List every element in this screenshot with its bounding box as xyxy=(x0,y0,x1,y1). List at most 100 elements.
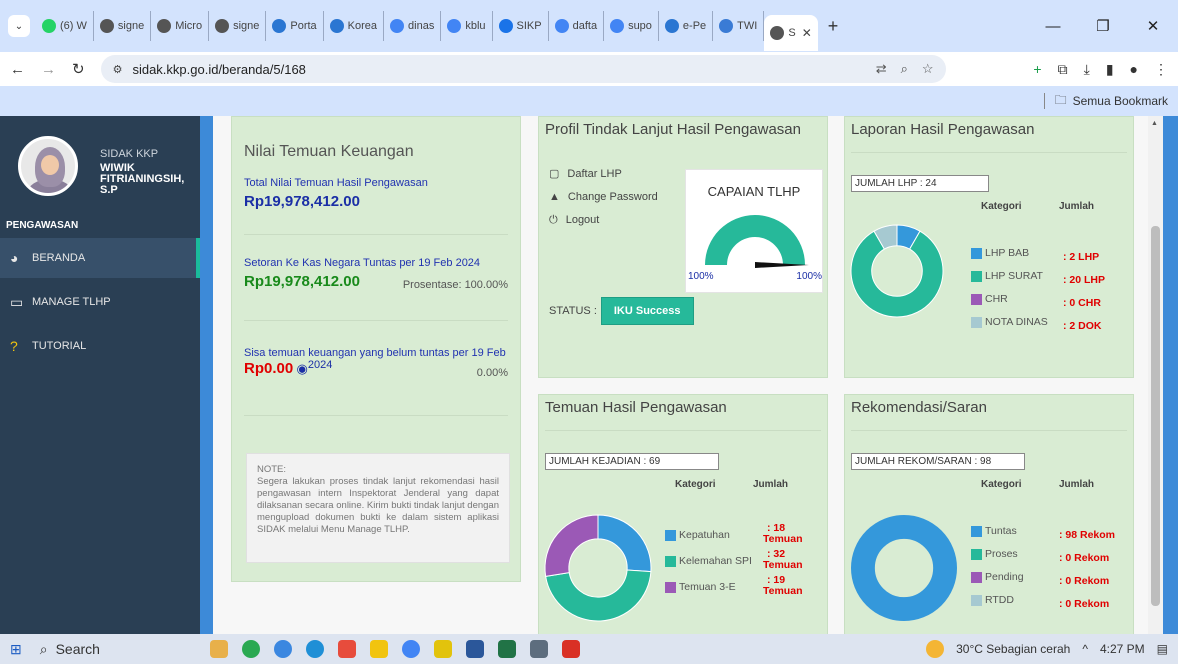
browser-tab[interactable]: kblu xyxy=(441,11,493,41)
main-content: Nilai Temuan Keuangan Total Nilai Temuan… xyxy=(213,116,1163,634)
page-scrollbar[interactable]: ▲ xyxy=(1148,116,1163,634)
bookmark-star-icon[interactable]: ☆ xyxy=(922,61,934,77)
taskbar-app-icon[interactable] xyxy=(209,640,228,658)
globe-icon xyxy=(770,26,785,40)
taskbar-app-icon[interactable] xyxy=(337,640,356,658)
tab-search-icon[interactable]: ⌄ xyxy=(8,15,30,37)
sisa-pct: 0.00% xyxy=(476,367,508,379)
weather-text[interactable]: 30°C Sebagian cerah xyxy=(956,642,1070,656)
taskbar-app-icon[interactable] xyxy=(401,640,420,658)
new-tab-button[interactable]: + xyxy=(828,16,839,37)
profile-icon[interactable]: ● xyxy=(1130,61,1138,78)
taskbar-app-icon[interactable] xyxy=(433,640,452,658)
browser-tab[interactable]: supo xyxy=(604,11,659,41)
browser-tab[interactable]: Korea xyxy=(324,11,385,41)
category-value: : 19 Temuan xyxy=(763,575,802,601)
legend-item[interactable]: LHP BAB xyxy=(971,247,1048,270)
browser-tab[interactable]: Porta xyxy=(266,11,324,41)
legend-label: Kelemahan SPI xyxy=(679,555,752,567)
legend-item[interactable]: NOTA DINAS xyxy=(971,316,1048,339)
taskbar-app-icon[interactable] xyxy=(369,640,388,658)
legend-item[interactable]: CHR xyxy=(971,293,1048,316)
laporan-donut xyxy=(850,224,944,318)
restore-icon[interactable]: ❐ xyxy=(1078,17,1128,35)
taskbar-app-icon[interactable] xyxy=(241,640,260,658)
tab-favicon-icon xyxy=(272,19,287,33)
all-bookmarks-link[interactable]: Semua Bookmark xyxy=(1073,94,1168,108)
change-password-link[interactable]: ▲ Change Password xyxy=(549,186,658,209)
taskbar-app-icon[interactable] xyxy=(305,640,324,658)
scroll-thumb[interactable] xyxy=(1151,226,1160,606)
minimize-icon[interactable]: — xyxy=(1028,18,1078,35)
logout-link[interactable]: ⏻ Logout xyxy=(549,209,658,232)
legend-swatch xyxy=(971,271,982,282)
donut-slice[interactable] xyxy=(597,514,652,573)
active-tab[interactable]: S ✕ xyxy=(764,15,818,51)
sidebar-item-beranda[interactable]: ◕ BERANDA xyxy=(0,238,200,278)
file-icon: ▢ xyxy=(549,168,560,180)
sidebar-item-tutorial[interactable]: ? TUTORIAL xyxy=(0,326,200,366)
legend-item[interactable]: Tuntas xyxy=(971,525,1024,548)
legend-item[interactable]: LHP SURAT xyxy=(971,270,1048,293)
taskbar-app-icon[interactable] xyxy=(273,640,292,658)
close-tab-icon[interactable]: ✕ xyxy=(802,26,812,40)
sidebar-item-manage-tlhp[interactable]: ▭ MANAGE TLHP xyxy=(0,282,200,322)
forward-icon[interactable]: → xyxy=(41,61,56,78)
url-text: sidak.kkp.go.id/beranda/5/168 xyxy=(132,61,306,77)
tab-favicon-icon xyxy=(610,19,625,33)
legend-item[interactable]: Temuan 3-E xyxy=(665,581,752,607)
temuan-title: Temuan Hasil Pengawasan xyxy=(545,399,727,416)
sidebar-item-label: MANAGE TLHP xyxy=(32,296,111,308)
legend-item[interactable]: Pending xyxy=(971,571,1024,594)
gauge-fill xyxy=(705,215,805,265)
extension-plus-icon[interactable]: + xyxy=(1033,61,1041,78)
windows-start-icon[interactable]: ⊞ xyxy=(10,641,22,658)
taskbar-app-icon[interactable] xyxy=(561,640,580,658)
browser-tab[interactable]: dafta xyxy=(549,11,605,41)
sidepanel-icon[interactable]: ▮ xyxy=(1106,61,1114,78)
donut-slice[interactable] xyxy=(850,514,958,622)
donut-slice[interactable] xyxy=(544,514,599,577)
extensions-icon[interactable]: ⧉ xyxy=(1058,61,1068,78)
taskbar-search[interactable]: ⌕ Search xyxy=(40,641,100,658)
legend-item[interactable]: RTDD xyxy=(971,594,1024,617)
donut-slice[interactable] xyxy=(545,569,652,622)
legend-swatch xyxy=(971,572,982,583)
zoom-icon[interactable]: ⌕ xyxy=(901,61,908,77)
browser-tab[interactable]: dinas xyxy=(384,11,442,41)
translate-icon[interactable]: ⇄ xyxy=(876,61,887,77)
menu-kebab-icon[interactable]: ⋮ xyxy=(1154,61,1168,78)
clock[interactable]: 4:27 PM xyxy=(1100,642,1145,656)
taskbar-app-icon[interactable] xyxy=(497,640,516,658)
download-icon[interactable]: ⤓ xyxy=(1084,61,1090,78)
reload-icon[interactable]: ↻ xyxy=(72,60,85,78)
section-title: PENGAWASAN xyxy=(6,220,79,231)
chevron-up-icon[interactable]: ^ xyxy=(1082,642,1088,656)
site-info-icon[interactable]: ⚙ xyxy=(113,63,123,76)
browser-tab[interactable]: signe xyxy=(209,11,267,41)
note-text: Segera lakukan proses tindak lanjut reko… xyxy=(257,476,499,535)
browser-tab[interactable]: SIKP xyxy=(493,11,549,41)
gauge-max-label: 100% xyxy=(796,271,822,282)
rekomendasi-title: Rekomendasi/Saran xyxy=(851,399,987,416)
close-window-icon[interactable]: ✕ xyxy=(1128,17,1178,35)
scroll-up-icon[interactable]: ▲ xyxy=(1151,120,1158,127)
browser-tab[interactable]: TWI xyxy=(713,11,765,41)
back-icon[interactable]: ← xyxy=(10,61,25,78)
status-badge[interactable]: IKU Success xyxy=(600,297,694,325)
legend-item[interactable]: Kepatuhan xyxy=(665,529,752,555)
sisa-value: Rp0.00 xyxy=(244,360,294,377)
taskbar-app-icon[interactable] xyxy=(529,640,548,658)
url-field[interactable]: ⚙ sidak.kkp.go.id/beranda/5/168 ⇄ ⌕ ☆ xyxy=(100,55,946,83)
sidebar-item-label: BERANDA xyxy=(32,252,86,264)
legend-item[interactable]: Kelemahan SPI xyxy=(665,555,752,581)
taskbar-app-icon[interactable] xyxy=(465,640,484,658)
browser-tab[interactable]: e-Pe xyxy=(659,11,714,41)
legend-item[interactable]: Proses xyxy=(971,548,1024,571)
browser-tab[interactable]: signe xyxy=(94,11,152,41)
daftar-lhp-link[interactable]: ▢ Daftar LHP xyxy=(549,163,658,186)
browser-tab[interactable]: (6) W xyxy=(36,11,94,41)
notification-icon[interactable]: ▤ xyxy=(1157,642,1168,656)
eye-icon[interactable]: ◉ xyxy=(297,361,308,376)
browser-tab[interactable]: Micro xyxy=(151,11,210,41)
